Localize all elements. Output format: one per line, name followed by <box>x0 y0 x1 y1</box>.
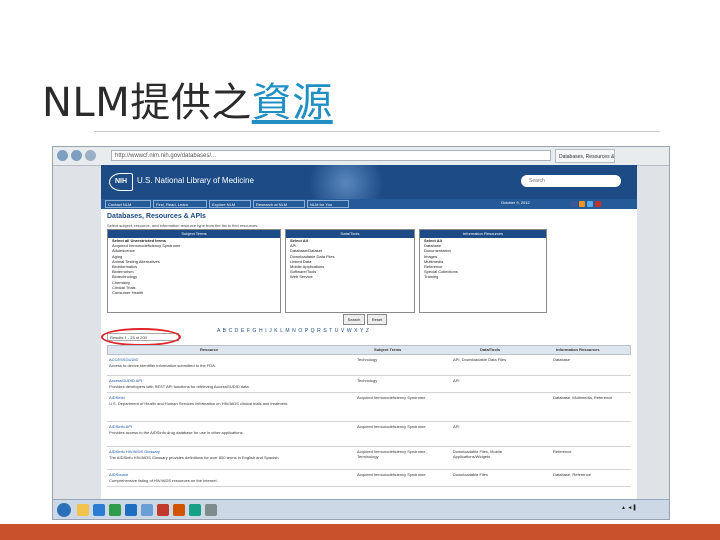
table-row: AIDSinfo HIV/AIDS Glossary The AIDSinfo … <box>107 447 631 470</box>
rss-icon[interactable] <box>579 201 585 207</box>
facebook-icon[interactable] <box>571 201 577 207</box>
resource-link[interactable]: ACCESSGUDID <box>109 357 349 362</box>
info-cell: Reference <box>553 449 572 454</box>
app-icon[interactable] <box>205 504 217 516</box>
outlook-icon[interactable] <box>93 504 105 516</box>
info-cell: Database, Reference <box>553 472 591 477</box>
resource-description: Comprehensive listing of HIV/AIDS resour… <box>109 478 218 483</box>
site-search-input[interactable]: Search <box>521 175 621 187</box>
app-icon[interactable] <box>173 504 185 516</box>
resource-link[interactable]: AccessGUDID API <box>109 378 349 383</box>
subject-cell: Technology <box>357 357 378 362</box>
reset-button[interactable]: Reset <box>367 314 387 325</box>
banner-graphic <box>301 165 391 199</box>
panel-header: Subject Terms <box>108 230 280 238</box>
table-header: Resource Subject Terms Data/Tools Inform… <box>107 345 631 355</box>
forward-icon[interactable] <box>71 150 82 161</box>
page-date: October 9, 2012 <box>501 200 530 205</box>
resource-link[interactable]: AIDSinfo HIV/AIDS Glossary <box>109 449 349 454</box>
chrome-icon[interactable] <box>109 504 121 516</box>
subject-cell: Acquired Immunodeficiency Syndrome, Term… <box>357 449 427 459</box>
resource-description: U.S. Department of Health and Human Serv… <box>109 401 289 406</box>
data-tools-list[interactable]: Data/Tools Select All API Database/Datas… <box>285 229 415 313</box>
panel-header: Information Resources <box>420 230 546 238</box>
information-resources-list[interactable]: Information Resources Select All Databas… <box>419 229 547 313</box>
browser-tab[interactable]: Databases, Resources & ... <box>555 149 615 163</box>
main-menu: Contact NLM Find, Read, Learn Explore NL… <box>101 199 637 209</box>
subject-cell: Acquired Immunodeficiency Syndrome <box>357 472 426 477</box>
system-tray[interactable]: ▲ ◄ ▌ <box>621 505 637 511</box>
menu-item[interactable]: Research at NLM <box>253 200 305 208</box>
search-button[interactable]: Search <box>343 314 365 325</box>
column-header: Information Resources <box>556 347 600 352</box>
library-name[interactable]: U.S. National Library of Medicine <box>137 176 254 185</box>
screenshot-frame: http://wwwcf.nlm.nih.gov/databases/... D… <box>52 146 670 520</box>
title-divider <box>94 131 660 132</box>
menu-item[interactable]: Contact NLM <box>105 200 151 208</box>
nlm-banner: NIH U.S. National Library of Medicine Se… <box>101 165 637 199</box>
column-header: Subject Terms <box>374 347 402 352</box>
youtube-icon[interactable] <box>595 201 601 207</box>
tools-cell: Downloadable Files <box>453 472 488 477</box>
resource-description: The AIDSinfo HIV/AIDS Glossary provides … <box>109 455 280 460</box>
twitter-icon[interactable] <box>587 201 593 207</box>
info-cell: Database <box>553 357 571 362</box>
word-icon[interactable] <box>125 504 137 516</box>
table-row: AIDSinfo U.S. Department of Health and H… <box>107 393 631 422</box>
title-prefix: NLM提供之 <box>42 80 252 126</box>
menu-item[interactable]: Find, Read, Learn <box>153 200 207 208</box>
title-link[interactable]: 資源 <box>252 80 333 126</box>
table-row: AIDSource Comprehensive listing of HIV/A… <box>107 470 631 487</box>
footer-bar <box>0 524 720 540</box>
tools-cell: Downloadable Files, Mobile Applications/… <box>453 449 502 459</box>
page-instructions: Select subject, resource, and informatio… <box>107 223 259 228</box>
resource-link[interactable]: AIDSinfo API <box>109 424 349 429</box>
start-button-icon[interactable] <box>57 503 71 517</box>
tools-cell: API, Downloadable Data Files <box>453 357 507 362</box>
table-row: ACCESSGUDID Access to device identifier … <box>107 355 631 376</box>
table-row: AccessGUDID API Provides developers with… <box>107 376 631 393</box>
menu-item[interactable]: NLM for You <box>307 200 349 208</box>
subject-cell: Acquired Immunodeficiency Syndrome <box>357 395 426 400</box>
resource-link[interactable]: AIDSinfo <box>109 395 349 400</box>
tools-cell: API <box>453 424 460 429</box>
resource-link[interactable]: AIDSource <box>109 472 349 477</box>
tools-cell: API <box>453 378 460 383</box>
alphabet-index[interactable]: A B C D E F G H I J K L M N O P Q R S T … <box>217 328 369 334</box>
slide-title: NLM提供之資源 <box>42 70 333 128</box>
panel-header: Data/Tools <box>286 230 414 238</box>
nih-logo[interactable]: NIH <box>109 173 133 191</box>
page-heading: Databases, Resources & APIs <box>107 213 206 220</box>
column-header: Resource <box>200 347 219 352</box>
app-icon[interactable] <box>189 504 201 516</box>
resource-description: Provides developers with REST API functi… <box>109 384 250 389</box>
resource-description: Access to device identifier information … <box>109 363 216 368</box>
subject-terms-list[interactable]: Subject Terms Select all Unrestricted te… <box>107 229 281 313</box>
folder-icon[interactable] <box>77 504 89 516</box>
list-option[interactable]: Web Service <box>286 274 414 279</box>
browser-toolbar: http://wwwcf.nlm.nih.gov/databases/... D… <box>53 147 669 166</box>
info-cell: Database, Multimedia, Reference <box>553 395 613 400</box>
powerpoint-icon[interactable] <box>157 504 169 516</box>
menu-item[interactable]: Explore NLM <box>209 200 251 208</box>
address-bar[interactable]: http://wwwcf.nlm.nih.gov/databases/... <box>111 150 551 161</box>
column-header: Data/Tools <box>480 347 501 352</box>
subject-cell: Acquired Immunodeficiency Syndrome <box>357 424 426 429</box>
web-page: NIH U.S. National Library of Medicine Se… <box>101 165 637 499</box>
windows-taskbar: ▲ ◄ ▌ <box>53 499 669 519</box>
resource-description: Provides access to the AIDSinfo drug dat… <box>109 430 244 435</box>
refresh-icon[interactable] <box>85 150 96 161</box>
table-row: AIDSinfo API Provides access to the AIDS… <box>107 422 631 447</box>
subject-cell: Technology <box>357 378 378 383</box>
back-icon[interactable] <box>57 150 68 161</box>
highlight-circle <box>101 328 181 346</box>
list-option[interactable]: Consumer Health <box>108 290 280 295</box>
list-option[interactable]: Training <box>420 274 546 279</box>
results-table: Resource Subject Terms Data/Tools Inform… <box>107 345 631 487</box>
ie-icon[interactable] <box>141 504 153 516</box>
